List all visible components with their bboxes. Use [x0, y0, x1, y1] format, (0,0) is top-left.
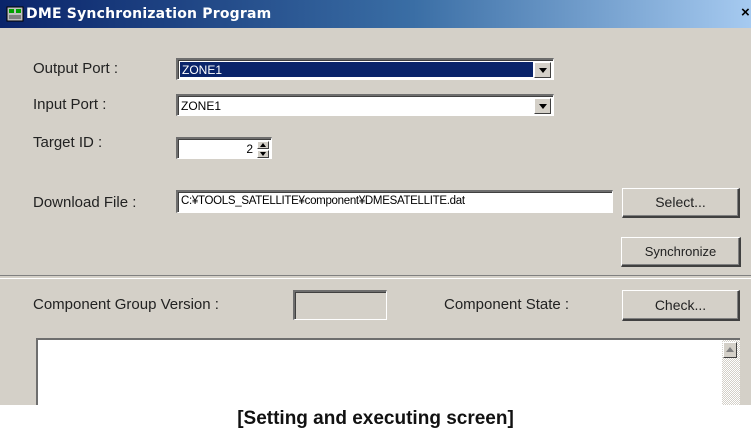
section-divider [0, 275, 751, 279]
sync-dialog-window: DME Synchronization Program × Output Por… [0, 0, 751, 433]
component-state-label: Component State : [444, 296, 570, 313]
scroll-up-icon[interactable] [723, 342, 737, 358]
spin-down-icon[interactable] [257, 150, 269, 158]
output-port-select[interactable]: ZONE1 [176, 58, 554, 80]
component-group-version-field [293, 290, 387, 320]
target-id-value: 2 [246, 142, 253, 156]
input-port-label: Input Port : [33, 96, 107, 113]
chevron-down-icon[interactable] [534, 62, 551, 78]
chevron-down-icon[interactable] [534, 98, 551, 114]
select-button[interactable]: Select... [622, 188, 740, 218]
target-id-label: Target ID : [33, 134, 103, 151]
synchronize-button[interactable]: Synchronize [621, 237, 741, 267]
window-title: DME Synchronization Program [26, 6, 272, 22]
app-icon [6, 6, 24, 22]
title-bar[interactable]: DME Synchronization Program × [0, 0, 751, 28]
component-group-version-label: Component Group Version : [33, 296, 219, 313]
download-file-label: Download File : [33, 194, 137, 211]
close-icon[interactable]: × [741, 4, 751, 22]
target-id-spinner[interactable]: 2 [176, 137, 272, 159]
output-port-label: Output Port : [33, 60, 119, 77]
figure-caption: [Setting and executing screen] [237, 408, 514, 429]
input-port-select[interactable]: ZONE1 [176, 94, 554, 116]
check-button[interactable]: Check... [622, 290, 740, 321]
output-port-value: ZONE1 [180, 62, 533, 77]
download-file-input[interactable]: C:¥TOOLS_SATELLITE¥component¥DMESATELLIT… [176, 190, 613, 213]
download-file-value: C:¥TOOLS_SATELLITE¥component¥DMESATELLIT… [181, 195, 465, 207]
input-port-value: ZONE1 [181, 99, 222, 113]
spin-up-icon[interactable] [257, 141, 269, 149]
